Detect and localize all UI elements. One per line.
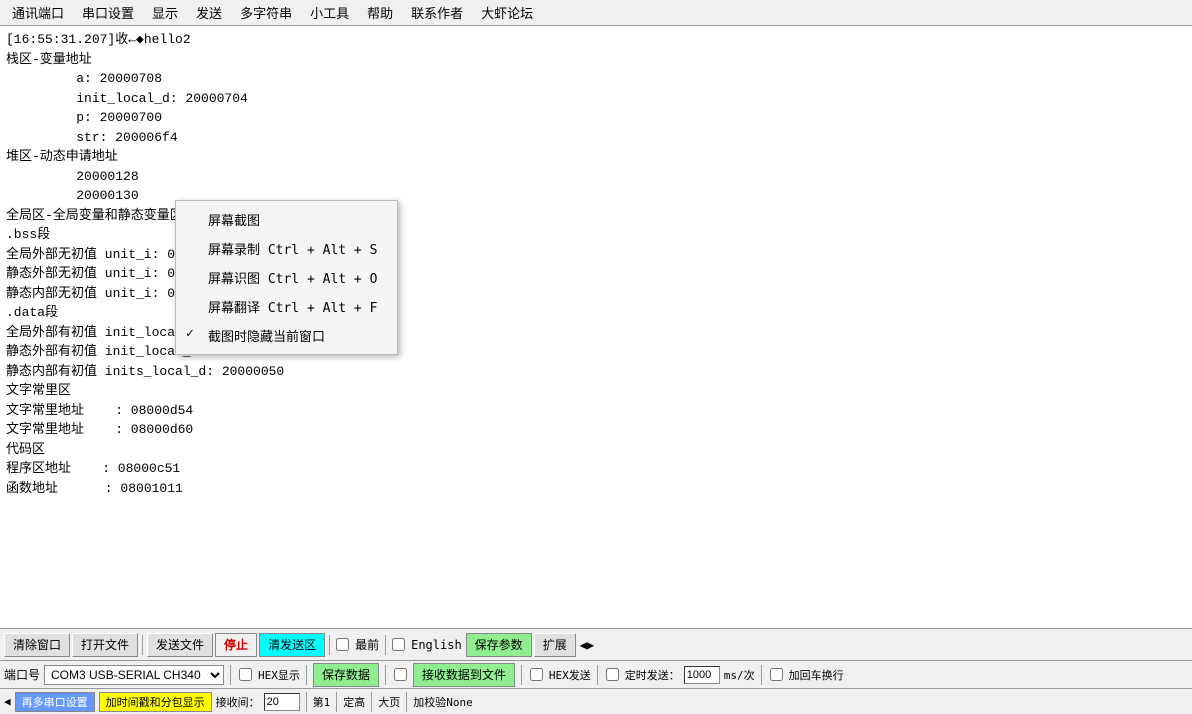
- hex-send-label: HEX发送: [549, 667, 591, 683]
- open-file-button[interactable]: 打开文件: [72, 633, 138, 657]
- terminal-line: 函数地址 : 08001011: [6, 479, 1186, 499]
- cr-checkbox[interactable]: [770, 668, 783, 681]
- recv-file-checkbox[interactable]: [394, 668, 407, 681]
- page-label: 第1: [313, 694, 331, 710]
- terminal-line: 程序区地址 : 08000c51: [6, 459, 1186, 479]
- menu-serial-settings[interactable]: 串口设置: [74, 1, 142, 24]
- context-menu-label: 屏幕截图: [208, 214, 260, 229]
- separator-1: [142, 635, 143, 655]
- expand-button[interactable]: 扩展: [534, 633, 576, 657]
- separator-port: [230, 665, 231, 685]
- hex-display-checkbox[interactable]: [239, 668, 252, 681]
- port-row: 端口号 COM3 USB-SERIAL CH340 HEX显示 保存数据 接收数…: [0, 660, 1192, 688]
- menu-help[interactable]: 帮助: [359, 1, 401, 24]
- recv-interval-input[interactable]: [264, 693, 300, 711]
- sep-status-3: [371, 692, 372, 712]
- hex-send-checkbox[interactable]: [530, 668, 543, 681]
- terminal-line: 文字常里区: [6, 381, 1186, 401]
- menu-contact[interactable]: 联系作者: [403, 1, 471, 24]
- port-select[interactable]: COM3 USB-SERIAL CH340: [44, 665, 224, 685]
- sep-status-2: [336, 692, 337, 712]
- separator-hexsend: [597, 665, 598, 685]
- terminal-line: 栈区-变量地址: [6, 50, 1186, 70]
- ms-label: ms/次: [724, 667, 755, 683]
- expand-label: 大页: [378, 694, 400, 710]
- context-menu-label: 屏幕录制 Ctrl + Alt + S: [208, 243, 377, 258]
- separator-3: [385, 635, 386, 655]
- context-menu-item-2[interactable]: 屏幕识图 Ctrl + Alt + O: [176, 263, 397, 292]
- menu-port[interactable]: 通讯端口: [4, 1, 72, 24]
- menu-send[interactable]: 发送: [188, 1, 230, 24]
- clear-window-button[interactable]: 清除窗口: [4, 633, 70, 657]
- last-checkbox[interactable]: [336, 638, 349, 651]
- config-port-button[interactable]: 再多串口设置: [15, 692, 95, 712]
- check-label: 加校验None: [413, 694, 473, 710]
- separator-hex: [306, 665, 307, 685]
- terminal-line: 代码区: [6, 440, 1186, 460]
- separator-save: [385, 665, 386, 685]
- terminal-line: 堆区-动态申请地址: [6, 147, 1186, 167]
- terminal-line: str: 200006f4: [6, 128, 1186, 148]
- context-menu-label: 屏幕翻译 Ctrl + Alt + F: [208, 301, 377, 316]
- context-menu-label: 截图时隐藏当前窗口: [208, 330, 325, 345]
- send-file-button[interactable]: 发送文件: [147, 633, 213, 657]
- menu-multistring[interactable]: 多字符串: [232, 1, 300, 24]
- clear-send-button[interactable]: 清发送区: [259, 633, 325, 657]
- add-time-button[interactable]: 加时间戳和分包显示: [99, 692, 212, 712]
- context-menu-item-3[interactable]: 屏幕翻译 Ctrl + Alt + F: [176, 292, 397, 321]
- status-row: ◀ 再多串口设置 加时间戳和分包显示 接收间： 第1 定高 大页 加校验None: [0, 688, 1192, 714]
- fixed-label: 定高: [343, 694, 365, 710]
- menu-forum[interactable]: 大虾论坛: [473, 1, 541, 24]
- port-label: 端口号: [4, 666, 40, 683]
- recv-interval-label: 接收间：: [216, 694, 260, 710]
- timed-send-label: 定时发送：: [625, 667, 680, 683]
- terminal-line: p: 20000700: [6, 108, 1186, 128]
- check-icon: ✓: [186, 326, 194, 341]
- last-label: 最前: [353, 636, 381, 653]
- timed-send-checkbox[interactable]: [606, 668, 619, 681]
- stop-button[interactable]: 停止: [215, 633, 257, 657]
- cr-label: 加回车换行: [789, 667, 844, 683]
- hex-display-label: HEX显示: [258, 667, 300, 683]
- terminal-line: 静态内部有初值 inits_local_d: 20000050: [6, 362, 1186, 382]
- save-data-button[interactable]: 保存数据: [313, 663, 379, 687]
- context-menu: 屏幕截图屏幕录制 Ctrl + Alt + S 屏幕识图 Ctrl + Alt +…: [175, 200, 398, 355]
- separator-2: [329, 635, 330, 655]
- recv-to-file-button[interactable]: 接收数据到文件: [413, 663, 515, 687]
- terminal-line: 文字常里地址 : 08000d54: [6, 401, 1186, 421]
- menu-display[interactable]: 显示: [144, 1, 186, 24]
- save-params-button[interactable]: 保存参数: [466, 633, 532, 657]
- context-menu-label: 屏幕识图 Ctrl + Alt + O: [208, 272, 377, 287]
- expand-arrows: ◀▶: [578, 638, 596, 652]
- terminal-line: a: 20000708: [6, 69, 1186, 89]
- context-menu-item-0[interactable]: 屏幕截图: [176, 205, 397, 234]
- terminal-line: 20000128: [6, 167, 1186, 187]
- terminal-line: init_local_d: 20000704: [6, 89, 1186, 109]
- menubar: 通讯端口 串口设置 显示 发送 多字符串 小工具 帮助 联系作者 大虾论坛: [0, 0, 1192, 26]
- separator-recv: [521, 665, 522, 685]
- terminal-line: 文字常里地址 : 08000d60: [6, 420, 1186, 440]
- separator-ms: [761, 665, 762, 685]
- sep-status-4: [406, 692, 407, 712]
- context-menu-item-4[interactable]: ✓ 截图时隐藏当前窗口: [176, 321, 397, 350]
- menu-tools[interactable]: 小工具: [302, 1, 357, 24]
- context-menu-item-1[interactable]: 屏幕录制 Ctrl + Alt + S: [176, 234, 397, 263]
- timed-send-input[interactable]: [684, 666, 720, 684]
- sep-status-1: [306, 692, 307, 712]
- bottom-toolbar: 清除窗口 打开文件 发送文件 停止 清发送区 最前 English 保存参数 扩…: [0, 628, 1192, 660]
- english-label: English: [409, 638, 464, 652]
- nav-icon-left: ◀: [4, 695, 11, 708]
- english-checkbox[interactable]: [392, 638, 405, 651]
- terminal-line: [16:55:31.207]收←◆hello2: [6, 30, 1186, 50]
